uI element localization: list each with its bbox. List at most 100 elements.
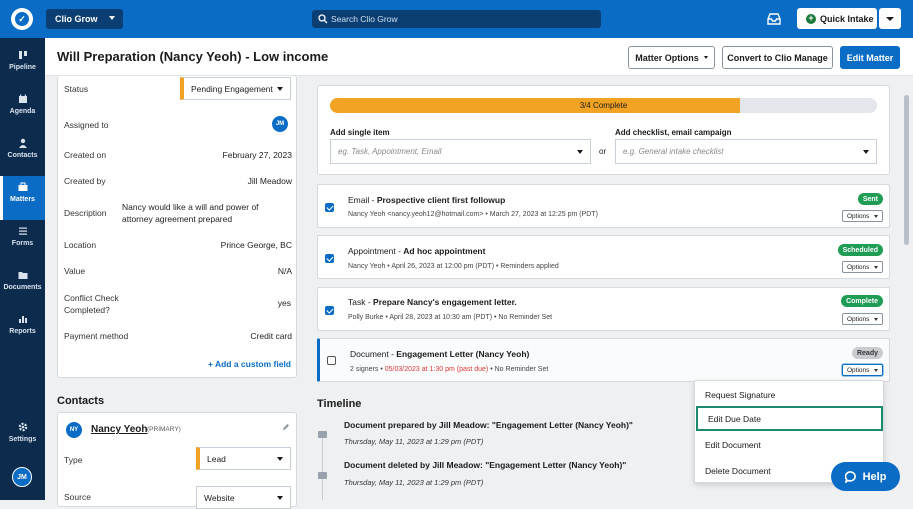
task-card-document[interactable]: Document - Engagement Letter (Nancy Yeoh… xyxy=(317,338,890,382)
sidebar-item-agenda[interactable]: Agenda xyxy=(0,88,45,132)
help-button[interactable]: Help xyxy=(831,462,900,491)
options-button[interactable]: Options xyxy=(842,210,883,222)
edit-matter-button[interactable]: Edit Matter xyxy=(840,46,900,69)
quick-intake-button[interactable]: + Quick Intake xyxy=(797,8,877,29)
assigned-label: Assigned to xyxy=(64,120,109,130)
chevron-down-icon xyxy=(703,56,708,59)
timeline-entry-title: Document prepared by Jill Meadow: "Engag… xyxy=(344,420,633,430)
created-on-row: Created on February 27, 2023 xyxy=(64,150,292,160)
task-card-appointment[interactable]: Appointment - Ad hoc appointment Nancy Y… xyxy=(317,235,890,279)
task-meta: Polly Burke • April 28, 2023 at 10:30 am… xyxy=(348,314,553,321)
menu-item-edit-document[interactable]: Edit Document xyxy=(695,432,885,457)
inbox-tray-icon[interactable] xyxy=(767,12,781,25)
chevron-down-icon xyxy=(874,215,878,218)
menu-item-edit-due-date[interactable]: Edit Due Date xyxy=(696,406,883,431)
description-line: Nancy would like a will and power of xyxy=(122,202,259,212)
value-value: N/A xyxy=(277,266,292,276)
chevron-down-icon xyxy=(109,16,115,20)
search-icon xyxy=(318,14,328,24)
top-bar: ✓ Clio Grow Search Clio Grow + Quick Int… xyxy=(0,0,913,38)
contact-primary-tag: (PRIMARY) xyxy=(147,426,181,433)
options-label: Options xyxy=(847,366,870,374)
task-meta: 2 signers • 05/03/2023 at 1:30 pm (past … xyxy=(350,366,548,373)
sidebar-item-label: Agenda xyxy=(9,108,36,115)
status-badge: Ready xyxy=(851,347,883,359)
contact-source-dropdown[interactable]: Website xyxy=(196,486,291,509)
status-badge: Scheduled xyxy=(837,244,883,256)
search-placeholder: Search Clio Grow xyxy=(331,14,398,24)
add-checklist-label: Add checklist, email campaign xyxy=(615,128,732,137)
app-switcher-label: Clio Grow xyxy=(55,14,98,24)
add-single-item-placeholder: eg. Task, Appointment, Email xyxy=(338,147,442,156)
location-value: Prince George, BC xyxy=(220,240,292,250)
created-by-label: Created by xyxy=(64,176,106,186)
chevron-down-icon xyxy=(277,87,283,91)
created-by-value: Jill Meadow xyxy=(247,176,292,186)
timeline-entry-title: Document deleted by Jill Meadow: "Engage… xyxy=(344,460,627,470)
contact-type-dropdown[interactable]: Lead xyxy=(196,447,291,470)
menu-item-request-signature[interactable]: Request Signature xyxy=(695,382,885,407)
created-by-row: Created by Jill Meadow xyxy=(64,176,292,186)
task-meta: Nancy Yeoh • April 26, 2023 at 12:00 pm … xyxy=(348,263,559,270)
add-single-item-dropdown[interactable]: eg. Task, Appointment, Email xyxy=(330,139,591,164)
chevron-down-icon xyxy=(886,17,894,21)
matter-options-button[interactable]: Matter Options xyxy=(628,46,715,69)
options-button[interactable]: Options xyxy=(842,364,883,376)
task-type: Task - xyxy=(348,297,374,307)
status-dropdown[interactable]: Pending Engagement xyxy=(180,77,291,100)
folder-icon xyxy=(318,431,327,438)
user-avatar[interactable]: JM xyxy=(12,467,32,487)
sidebar-item-forms[interactable]: Forms xyxy=(0,220,45,264)
sidebar-item-matters[interactable]: Matters xyxy=(0,176,45,220)
chevron-down-icon xyxy=(277,457,283,461)
sidebar-item-documents[interactable]: Documents xyxy=(0,264,45,308)
scrollbar-thumb[interactable] xyxy=(904,95,909,245)
sidebar-item-label: Matters xyxy=(10,196,35,203)
assignee-avatar[interactable]: JM xyxy=(272,116,288,132)
chevron-down-icon xyxy=(874,266,878,269)
payment-label: Payment method xyxy=(64,331,129,341)
options-label: Options xyxy=(847,315,870,323)
quick-intake-dropdown-button[interactable] xyxy=(879,8,901,29)
task-checkbox[interactable] xyxy=(325,306,334,315)
sidebar-item-settings[interactable]: Settings xyxy=(0,416,45,460)
created-on-value: February 27, 2023 xyxy=(222,150,292,160)
task-card-email[interactable]: Email - Prospective client first followu… xyxy=(317,184,890,228)
app-switcher-button[interactable]: Clio Grow xyxy=(46,9,123,29)
chevron-down-icon xyxy=(577,150,583,154)
task-card-task[interactable]: Task - Prepare Nancy's engagement letter… xyxy=(317,287,890,331)
task-title: Appointment - Ad hoc appointment xyxy=(348,246,485,256)
task-checkbox[interactable] xyxy=(327,356,336,365)
sidebar-item-reports[interactable]: Reports xyxy=(0,308,45,352)
add-checklist-placeholder: e.g. General intake checklist xyxy=(623,147,724,156)
description-value: Nancy would like a will and power of att… xyxy=(122,201,259,225)
convert-to-clio-manage-button[interactable]: Convert to Clio Manage xyxy=(722,46,833,69)
pencil-icon[interactable] xyxy=(282,423,290,431)
conflict-label: Conflict Check Completed? xyxy=(64,292,119,316)
options-button[interactable]: Options xyxy=(842,313,883,325)
add-checklist-dropdown[interactable]: e.g. General intake checklist xyxy=(615,139,877,164)
timeline-entry-date: Thursday, May 11, 2023 at 1:29 pm (PDT) xyxy=(344,478,484,487)
options-button[interactable]: Options xyxy=(842,261,883,273)
task-title: Task - Prepare Nancy's engagement letter… xyxy=(348,297,517,307)
sidebar-item-pipeline[interactable]: Pipeline xyxy=(0,44,45,88)
task-checkbox[interactable] xyxy=(325,254,334,263)
folder-icon xyxy=(18,272,27,279)
sidebar-item-label: Documents xyxy=(3,284,42,291)
status-badge: Complete xyxy=(841,295,883,307)
task-title-text: Prospective client first followup xyxy=(376,195,506,205)
sidebar-item-label: Contacts xyxy=(7,152,38,159)
matter-options-label: Matter Options xyxy=(635,52,699,63)
sidebar-item-contacts[interactable]: Contacts xyxy=(0,132,45,176)
contact-name-link[interactable]: Nancy Yeoh xyxy=(91,424,148,435)
add-custom-field-link[interactable]: + Add a custom field xyxy=(200,359,291,369)
contact-source-value: Website xyxy=(204,492,235,503)
pipeline-icon xyxy=(18,51,27,59)
clio-logo-icon[interactable]: ✓ xyxy=(11,8,33,30)
search-input[interactable]: Search Clio Grow xyxy=(312,10,601,28)
options-label: Options xyxy=(847,212,870,220)
task-type: Document - xyxy=(350,349,397,359)
task-checkbox[interactable] xyxy=(325,203,334,212)
created-on-label: Created on xyxy=(64,150,107,160)
task-type: Appointment - xyxy=(348,246,404,256)
